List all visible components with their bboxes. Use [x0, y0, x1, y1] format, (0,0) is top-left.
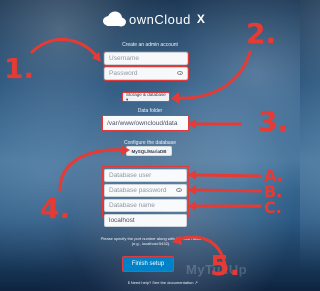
arrowhead-c — [188, 201, 196, 211]
cloud-icon — [103, 11, 126, 27]
arrowhead-1 — [92, 52, 101, 62]
database-password-input[interactable]: Database password — [104, 184, 187, 197]
database-host-input[interactable]: localhost — [104, 214, 187, 227]
brand-suffix: X — [196, 12, 205, 26]
data-folder-label: Data folder — [137, 108, 163, 114]
show-password-icon[interactable] — [177, 71, 183, 75]
annotation-2: 2. — [246, 17, 277, 50]
password-input[interactable]: Password — [103, 66, 189, 81]
mysql-label: MySQL/MariaDB — [131, 148, 167, 154]
annotation-5: 5. — [210, 249, 241, 282]
mysql-mariadb-button[interactable]: MySQL/MariaDB — [126, 146, 172, 156]
database-user-input[interactable]: Database user — [104, 169, 187, 182]
brand-name: ownCloud — [129, 11, 191, 27]
arrowhead-b — [188, 185, 196, 195]
database-name-input[interactable]: Database name — [104, 199, 187, 212]
arrow-a — [190, 173, 262, 178]
annotation-4: 4. — [40, 192, 71, 225]
storage-toggle-label: Storage & database ▾ — [126, 91, 166, 102]
port-note: Please specify the port number along wit… — [100, 236, 202, 246]
owncloud-logo: ownCloud X — [102, 8, 212, 30]
arrow-b — [190, 188, 262, 193]
show-db-password-icon[interactable] — [176, 188, 182, 192]
arrowhead-a — [188, 170, 196, 180]
help-link[interactable]: ℹ Need help? See the documentation ↗ — [108, 280, 218, 285]
password-placeholder: Password — [109, 70, 138, 77]
setup-page: ownCloud X Create an admin account Usern… — [0, 0, 300, 291]
annotation-1: 1. — [4, 52, 35, 85]
annotation-3: 3. — [258, 105, 289, 138]
data-folder-input[interactable]: /var/www/owncloud/data — [102, 115, 189, 131]
storage-database-toggle[interactable]: Storage & database ▾ — [122, 92, 170, 102]
database-password-placeholder: Database password — [109, 187, 167, 194]
arrowhead-3 — [188, 119, 196, 129]
finish-setup-button[interactable]: Finish setup — [122, 256, 174, 272]
annotation-c: C. — [264, 198, 282, 217]
arrowhead-2 — [171, 92, 179, 104]
username-input[interactable]: Username — [103, 51, 189, 66]
